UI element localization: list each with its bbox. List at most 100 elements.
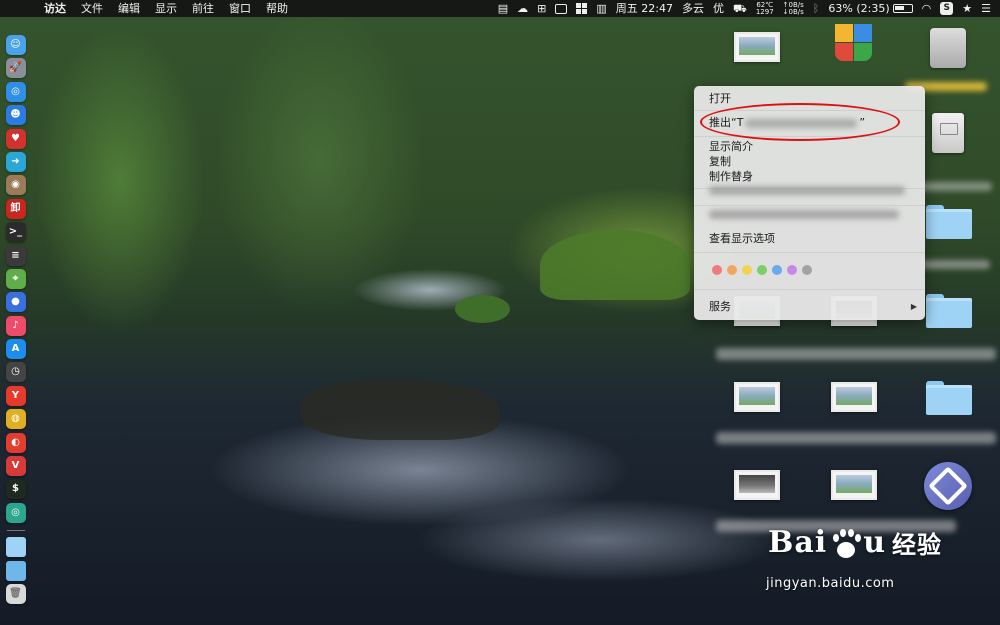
menu-edit[interactable]: 编辑 xyxy=(118,0,140,17)
menu-view[interactable]: 显示 xyxy=(155,0,177,17)
battery-status[interactable]: 63% (2:35) xyxy=(828,0,913,17)
red-app-icon[interactable]: 卸 xyxy=(5,198,26,219)
menu-go[interactable]: 前往 xyxy=(192,0,214,17)
launchpad-icon[interactable]: 🚀 xyxy=(5,58,26,79)
tag-color-row xyxy=(712,265,817,275)
tag-color-dot[interactable] xyxy=(802,265,812,275)
drive-label xyxy=(920,182,992,191)
menu-get-info[interactable]: 显示简介 xyxy=(709,140,753,154)
menu-separator xyxy=(694,252,925,253)
watermark-bai: Bai xyxy=(768,525,828,560)
chrome-icon[interactable]: ◍ xyxy=(5,409,26,430)
wifi-icon[interactable]: ◠ xyxy=(922,0,932,17)
maps-icon[interactable]: ⌖ xyxy=(5,268,26,289)
migration-icon[interactable]: ➜ xyxy=(5,151,26,172)
tag-color-dot[interactable] xyxy=(757,265,767,275)
screenshot-file-icon[interactable] xyxy=(734,32,780,62)
menu-finder[interactable]: 访达 xyxy=(44,0,66,17)
car-status-icon[interactable]: ⛟ xyxy=(733,0,747,17)
input-method-icon[interactable]: S xyxy=(940,2,954,15)
weibo-icon[interactable]: ◐ xyxy=(5,432,26,453)
clock-datetime[interactable]: 周五 22:47 xyxy=(616,0,673,17)
contacts-icon[interactable]: ☻ xyxy=(5,105,26,126)
screenshot-file-7-icon[interactable] xyxy=(831,470,877,500)
tag-color-dot[interactable] xyxy=(727,265,737,275)
battery-text: 63% (2:35) xyxy=(828,2,890,15)
notification-center-icon[interactable]: ☰ xyxy=(981,0,991,17)
console-icon[interactable]: ≡ xyxy=(5,245,26,266)
display-status-icon[interactable] xyxy=(555,3,568,14)
battery-icon xyxy=(892,4,913,13)
tag-color-dot[interactable] xyxy=(772,265,782,275)
cloud-status-icon[interactable]: ☁ xyxy=(517,0,528,17)
pinwheel-app-icon[interactable] xyxy=(924,462,972,510)
window-status-icon[interactable]: ▥ xyxy=(596,0,606,17)
bluetooth-icon[interactable]: ᛒ xyxy=(813,0,820,17)
app-store-icon[interactable]: A xyxy=(5,339,26,360)
menu-window[interactable]: 窗口 xyxy=(229,0,251,17)
menu-blurred-item-1[interactable] xyxy=(709,186,905,195)
paw-logo-icon xyxy=(829,528,862,560)
trash-icon[interactable]: 🗑 xyxy=(5,583,26,604)
desktop-folder-3-icon[interactable] xyxy=(926,381,972,415)
menu-separator xyxy=(694,205,925,206)
annotation-red-ellipse xyxy=(700,103,900,141)
vivaldi-icon[interactable]: V xyxy=(5,456,26,477)
tag-color-dot[interactable] xyxy=(742,265,752,275)
dock-separator xyxy=(6,530,25,532)
menu-services[interactable]: 服务 xyxy=(709,300,731,314)
watermark-u: u xyxy=(863,525,887,560)
menu-help[interactable]: 帮助 xyxy=(266,0,288,17)
fan-speed: 1297 xyxy=(755,7,774,16)
screenshot-file-4-icon[interactable] xyxy=(734,382,780,412)
iterm-icon[interactable]: $ xyxy=(5,479,26,500)
downloads-folder-icon[interactable] xyxy=(5,560,26,581)
file-labels-row-2 xyxy=(716,432,996,444)
terminal-icon[interactable]: >_ xyxy=(5,222,26,243)
menu-bar: 访达 文件 编辑 显示 前往 窗口 帮助 ▤ ☁ ⊞ ▥ 周五 22:47 多云… xyxy=(0,0,1000,17)
menu-blurred-item-2[interactable] xyxy=(709,210,899,219)
net-down: ↓0B/s xyxy=(782,7,804,16)
external-drive-icon[interactable] xyxy=(932,113,964,153)
dock: ☺ 🚀 ◎ ☻ ♥ ➜ ◉ 卸 >_ ≡ ⌖ ● ♪ A ◷ Y ◍ ◐ V $ ◎ 🗑 xyxy=(3,35,28,607)
finder-icon[interactable]: ☺ xyxy=(5,35,26,55)
documents-folder-icon[interactable] xyxy=(5,537,26,558)
menu-make-alias[interactable]: 制作替身 xyxy=(709,170,753,184)
menu-duplicate[interactable]: 复制 xyxy=(709,155,731,169)
tag-color-dot[interactable] xyxy=(712,265,722,275)
clock-icon[interactable]: ◷ xyxy=(5,362,26,383)
mac-disk-icon[interactable] xyxy=(930,28,966,68)
music-icon[interactable]: ♪ xyxy=(5,315,26,336)
screenshot-file-5-icon[interactable] xyxy=(831,382,877,412)
baidu-jingyan-watermark: Bai u 经验 jingyan.baidu.com xyxy=(758,515,998,605)
menu-show-view-options[interactable]: 查看显示选项 xyxy=(709,232,775,246)
desktop-folder-2-icon[interactable] xyxy=(926,294,972,328)
menu-file[interactable]: 文件 xyxy=(81,0,103,17)
file-labels-row-1 xyxy=(716,348,996,360)
screen-app-icon[interactable]: ◎ xyxy=(5,502,26,523)
siri-icon[interactable]: ● xyxy=(5,292,26,313)
chip-status-icon[interactable]: ⊞ xyxy=(537,0,546,17)
grid-status-icon[interactable] xyxy=(576,3,588,14)
watermark-url: jingyan.baidu.com xyxy=(766,576,895,591)
yandex-icon[interactable]: Y xyxy=(5,385,26,406)
screenshot-file-6-icon[interactable] xyxy=(734,470,780,500)
cherry-app-icon[interactable]: ♥ xyxy=(5,128,26,149)
weather-text[interactable]: 多云 xyxy=(682,0,704,17)
network-speed-readout[interactable]: ↑0B/s ↓0B/s xyxy=(782,1,804,16)
desktop-folder-1-icon[interactable] xyxy=(926,205,972,239)
menu-separator xyxy=(694,289,925,290)
safari-icon[interactable]: ◎ xyxy=(5,81,26,102)
air-quality-text[interactable]: 优 xyxy=(713,0,724,17)
watermark-jingyan: 经验 xyxy=(892,531,943,559)
temperature-readout[interactable]: 62℃ 1297 xyxy=(755,1,774,16)
wallpaper-rock xyxy=(300,380,500,440)
photo-app-icon[interactable]: ◉ xyxy=(5,175,26,196)
folder-status-icon[interactable]: ▤ xyxy=(498,0,508,17)
tag-color-dot[interactable] xyxy=(787,265,797,275)
star-icon[interactable]: ★ xyxy=(962,0,972,17)
status-area: ▤ ☁ ⊞ ▥ 周五 22:47 多云 优 ⛟ 62℃ 1297 ↑0B/s ↓… xyxy=(498,0,1000,17)
folder-1-label xyxy=(920,260,990,269)
colorful-app-icon[interactable] xyxy=(833,24,873,68)
menu-open[interactable]: 打开 xyxy=(709,92,731,106)
